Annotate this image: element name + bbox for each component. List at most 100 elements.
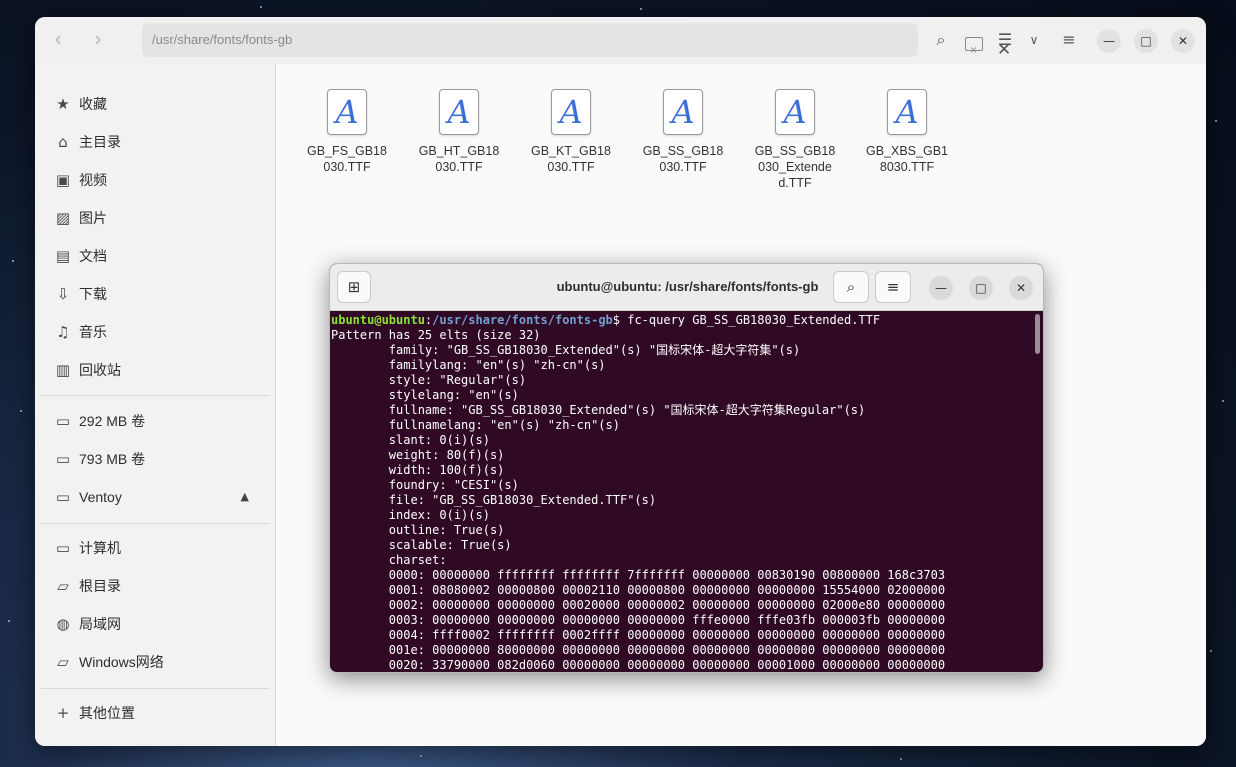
file-name: GB_KT_GB18 030.TTF [531, 144, 611, 174]
sidebar-item-starred[interactable]: ★ 收藏 [41, 87, 269, 121]
sidebar-item-label: 793 MB 卷 [79, 451, 146, 467]
terminal-header: ⊞ ubuntu@ubuntu: /usr/share/fonts/fonts-… [330, 264, 1043, 311]
terminal-output-line: 0020: 33790000 082d0060 00000000 0000000… [331, 658, 946, 672]
location-path: /usr/share/fonts/fonts-gb [152, 32, 293, 47]
terminal-output-line: width: 100(f)(s) [331, 463, 505, 477]
chevron-down-icon[interactable]: ∨ [1020, 25, 1048, 55]
file-item[interactable]: A GB_KT_GB18 030.TTF [521, 89, 621, 175]
sidebar-item-label: 音乐 [79, 324, 107, 340]
sidebar-item-label: 主目录 [79, 134, 121, 150]
file-item[interactable]: A GB_HT_GB18 030.TTF [409, 89, 509, 175]
file-item[interactable]: A GB_XBS_GB1 8030.TTF [857, 89, 957, 175]
terminal-output-line: stylelang: "en"(s) [331, 388, 519, 402]
sidebar-item-home[interactable]: ⌂ 主目录 [41, 125, 269, 159]
sidebar-item-videos[interactable]: ▣ 视频 [41, 163, 269, 197]
file-item[interactable]: A GB_SS_GB18 030_Extende d.TTF [745, 89, 845, 191]
terminal-output-line: 0002: 00000000 00000000 00020000 0000000… [331, 598, 946, 612]
sidebar-item-label: 视频 [79, 172, 107, 188]
sidebar-item-label: 其他位置 [79, 705, 135, 721]
sidebar-item-downloads[interactable]: ⇩ 下载 [41, 277, 269, 311]
terminal-close-button[interactable]: ✕ [1009, 276, 1033, 300]
sidebar-item-documents[interactable]: ▤ 文档 [41, 239, 269, 273]
sidebar-item-volume-793[interactable]: ▭ 793 MB 卷 [41, 442, 269, 476]
terminal-output[interactable]: ubuntu@ubuntu:/usr/share/fonts/fonts-gb$… [330, 311, 1043, 672]
terminal-output-line: scalable: True(s) [331, 538, 512, 552]
folder-icon: ▱ [57, 577, 69, 595]
file-manager-header: ‹ › /usr/share/fonts/fonts-gb ✕ ⌕ ☰ ∨ ≡ … [35, 17, 1206, 67]
maximize-button[interactable]: □ [1134, 29, 1158, 53]
sidebar-item-label: Ventoy [79, 489, 122, 505]
terminal-output-line: file: "GB_SS_GB18030_Extended.TTF"(s) [331, 493, 657, 507]
close-button[interactable]: ✕ [1171, 29, 1195, 53]
network-icon: ◍ [56, 615, 70, 633]
terminal-output-line: fullname: "GB_SS_GB18030_Extended"(s) "国… [331, 403, 866, 417]
sidebar-item-music[interactable]: ♫ 音乐 [41, 315, 269, 349]
clear-location-icon[interactable] [965, 33, 983, 67]
sidebar-item-lan[interactable]: ◍ 局域网 [41, 607, 269, 641]
terminal-menu-button[interactable]: ≡ [875, 271, 911, 303]
sidebar-item-label: 292 MB 卷 [79, 413, 146, 429]
font-file-icon: A [663, 89, 703, 135]
terminal-output-line: weight: 80(f)(s) [331, 448, 505, 462]
star-icon: ★ [56, 95, 70, 113]
terminal-search-button[interactable]: ⌕ [833, 271, 869, 303]
terminal-output-line: 0001: 08080002 00000800 00002110 0000080… [331, 583, 946, 597]
file-item[interactable]: A GB_SS_GB18 030.TTF [633, 89, 733, 175]
terminal-maximize-button[interactable]: □ [969, 276, 993, 300]
sidebar-divider [41, 523, 269, 524]
prompt-path: /usr/share/fonts/fonts-gb [432, 313, 613, 327]
font-file-icon: A [551, 89, 591, 135]
music-icon: ♫ [56, 323, 70, 341]
file-name: GB_XBS_GB1 8030.TTF [866, 144, 948, 174]
sidebar-item-windows-network[interactable]: ▱ Windows网络 [41, 645, 269, 679]
sidebar-item-label: 收藏 [79, 96, 107, 112]
terminal-output-line: 001e: 00000000 80000000 00000000 0000000… [331, 643, 946, 657]
search-icon[interactable]: ⌕ [927, 25, 955, 55]
font-file-icon: A [775, 89, 815, 135]
sidebar-divider [41, 395, 269, 396]
sidebar-item-label: 计算机 [79, 540, 121, 556]
terminal-output-line: family: "GB_SS_GB18030_Extended"(s) "国标宋… [331, 343, 801, 357]
minimize-button[interactable]: — [1097, 29, 1121, 53]
terminal-output-line: Pattern has 25 elts (size 32) [331, 328, 541, 342]
menu-icon[interactable]: ≡ [1055, 25, 1083, 55]
location-bar[interactable]: /usr/share/fonts/fonts-gb ✕ [142, 23, 1011, 67]
sidebar-item-label: Windows网络 [79, 654, 164, 670]
file-name: GB_HT_GB18 030.TTF [418, 144, 500, 174]
list-view-icon[interactable]: ☰ [991, 25, 1019, 55]
prompt-symbol: $ [612, 313, 628, 327]
font-file-icon: A [887, 89, 927, 135]
terminal-output-line: familylang: "en"(s) "zh-cn"(s) [331, 358, 606, 372]
trash-icon: ▥ [55, 361, 71, 379]
new-tab-button[interactable]: ⊞ [337, 271, 371, 303]
sidebar-item-label: 回收站 [79, 362, 121, 378]
terminal-scrollbar[interactable] [1035, 314, 1040, 354]
back-icon[interactable]: ‹ [45, 27, 71, 53]
sidebar-item-ventoy[interactable]: ▭ Ventoy ▲ [41, 480, 269, 514]
drive-icon: ▭ [55, 412, 71, 430]
file-item[interactable]: A GB_FS_GB18 030.TTF [297, 89, 397, 175]
picture-icon: ▨ [55, 209, 71, 227]
terminal-output-line: index: 0(i)(s) [331, 508, 490, 522]
sidebar-item-trash[interactable]: ▥ 回收站 [41, 353, 269, 387]
sidebar-item-pictures[interactable]: ▨ 图片 [41, 201, 269, 235]
terminal-output-line: 0004: ffff0002 ffffffff 0002ffff 0000000… [331, 628, 946, 642]
home-icon: ⌂ [58, 133, 68, 151]
sidebar-item-label: 下载 [79, 286, 107, 302]
eject-icon[interactable]: ▲ [241, 480, 249, 514]
sidebar-item-computer[interactable]: ▭ 计算机 [41, 531, 269, 565]
forward-icon[interactable]: › [85, 27, 111, 53]
download-icon: ⇩ [56, 285, 70, 303]
terminal-output-line: 0003: 00000000 00000000 00000000 0000000… [331, 613, 946, 627]
font-file-icon: A [327, 89, 367, 135]
video-icon: ▣ [55, 171, 71, 189]
terminal-minimize-button[interactable]: — [929, 276, 953, 300]
sidebar-item-volume-292[interactable]: ▭ 292 MB 卷 [41, 404, 269, 438]
sidebar-item-root[interactable]: ▱ 根目录 [41, 569, 269, 603]
document-icon: ▤ [55, 247, 71, 265]
terminal-output-line: charset: [331, 553, 447, 567]
computer-icon: ▭ [55, 539, 71, 557]
terminal-output-line: style: "Regular"(s) [331, 373, 527, 387]
terminal-output-line: 0000: 00000000 ffffffff ffffffff 7ffffff… [331, 568, 946, 582]
sidebar-item-other-locations[interactable]: + 其他位置 [41, 696, 269, 730]
